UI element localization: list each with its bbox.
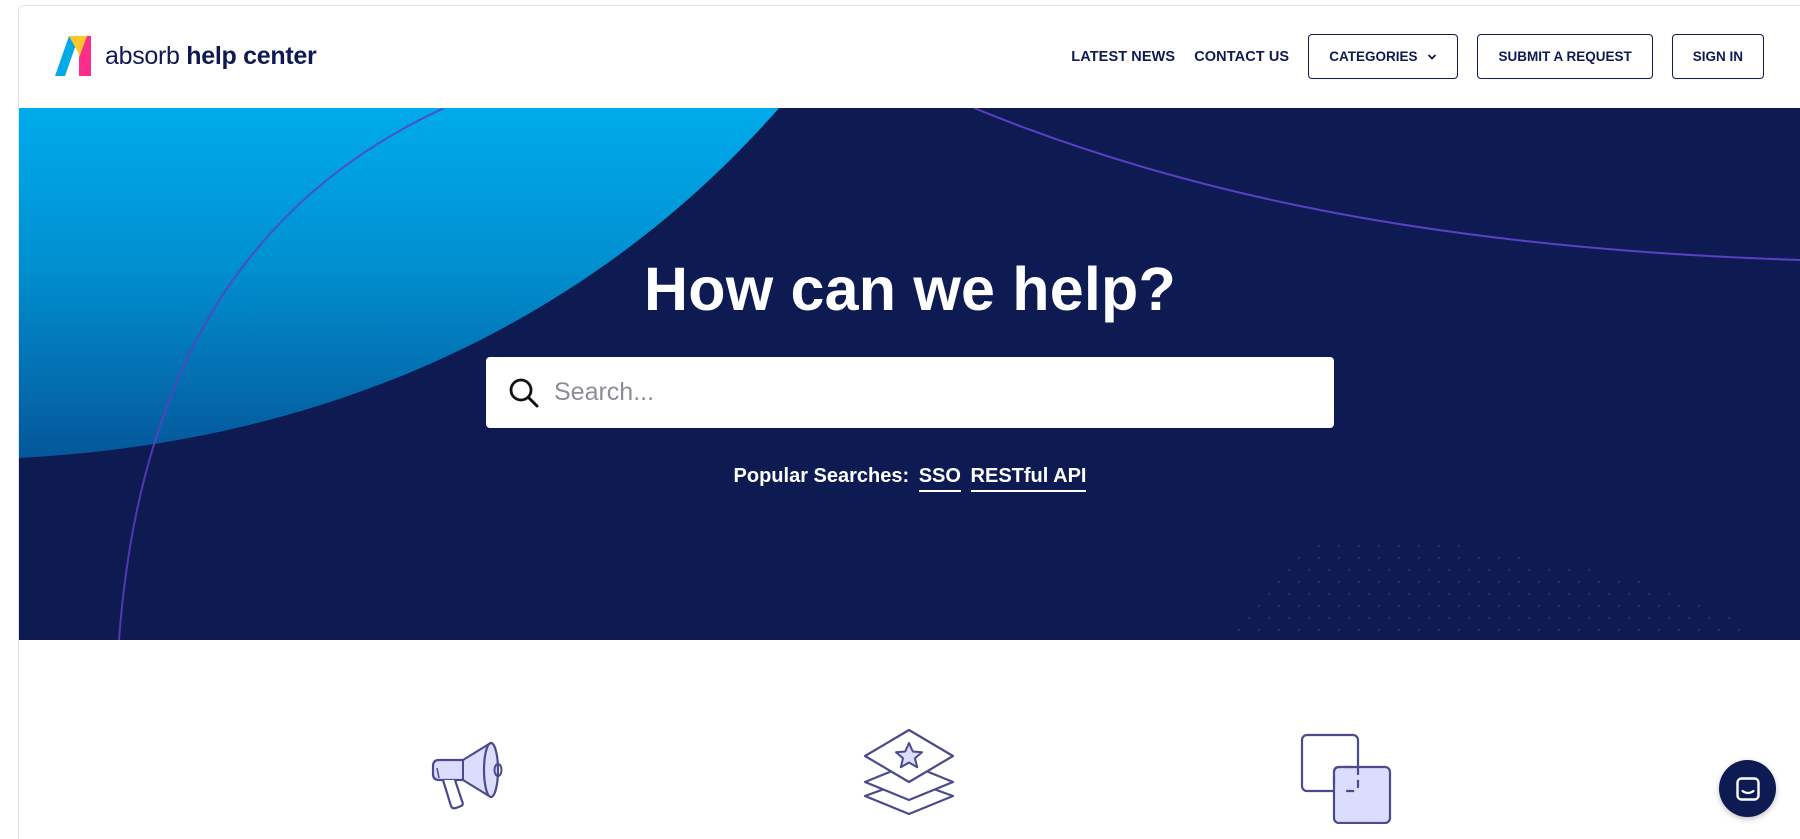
search-bar[interactable] xyxy=(486,357,1334,428)
megaphone-icon[interactable] xyxy=(429,738,507,812)
site-header: absorb help center LATEST NEWS CONTACT U… xyxy=(19,6,1800,108)
submit-request-button[interactable]: SUBMIT A REQUEST xyxy=(1477,34,1653,79)
nav-latest-news[interactable]: LATEST NEWS xyxy=(1071,49,1175,65)
submit-request-label: SUBMIT A REQUEST xyxy=(1498,49,1632,64)
absorb-logo-icon xyxy=(55,36,91,76)
sign-in-label: SIGN IN xyxy=(1692,49,1743,64)
popular-search-restful-api[interactable]: RESTful API xyxy=(970,465,1087,492)
main-nav: LATEST NEWS CONTACT US CATEGORIES SUBMIT… xyxy=(1052,34,1764,79)
search-icon xyxy=(509,378,539,407)
layers-star-icon[interactable] xyxy=(861,728,957,816)
page-frame: absorb help center LATEST NEWS CONTACT U… xyxy=(18,5,1800,839)
categories-label: CATEGORIES xyxy=(1329,49,1418,64)
overlapping-squares-icon[interactable] xyxy=(1299,732,1395,824)
popular-searches: Popular Searches: SSO RESTful API xyxy=(19,465,1800,492)
chat-icon xyxy=(1735,776,1760,801)
hero-title: How can we help? xyxy=(644,255,1176,323)
search-input[interactable] xyxy=(554,378,1314,407)
features-section xyxy=(19,640,1800,839)
sign-in-button[interactable]: SIGN IN xyxy=(1671,34,1764,79)
chat-launcher-button[interactable] xyxy=(1719,760,1776,817)
logo-text-light: absorb xyxy=(105,41,180,70)
popular-searches-label: Popular Searches: xyxy=(733,465,910,487)
popular-search-sso[interactable]: SSO xyxy=(918,465,961,492)
chevron-down-icon xyxy=(1428,53,1437,60)
categories-dropdown-button[interactable]: CATEGORIES xyxy=(1308,34,1459,79)
logo-text: absorb help center xyxy=(105,41,317,71)
nav-contact-us[interactable]: CONTACT US xyxy=(1194,49,1289,65)
logo[interactable]: absorb help center xyxy=(55,36,317,76)
hero-section: How can we help? Popular Searches: SSO R… xyxy=(19,108,1800,640)
logo-text-bold: help center xyxy=(186,41,317,70)
